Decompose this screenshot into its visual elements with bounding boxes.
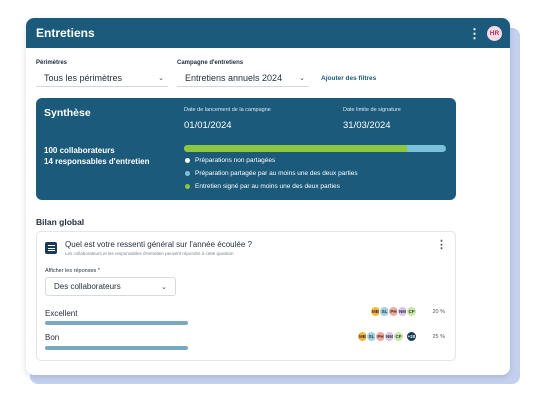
question-options-icon[interactable]: ⋮: [436, 238, 447, 251]
avatar: CF: [406, 306, 417, 317]
legend-label: Entretien signé par au moins une des deu…: [195, 183, 340, 190]
show-answers-label: Afficher les réponses *: [45, 268, 100, 274]
legend-dot-white: [185, 158, 190, 163]
perimetres-label: Périmètres: [36, 60, 68, 66]
launch-date-label: Date de lancement de la campagne: [184, 107, 271, 113]
legend-dot-blue: [185, 171, 190, 176]
campagne-label: Campagne d'entretiens: [177, 60, 244, 66]
avatar: CF: [393, 331, 404, 342]
collaborateurs-count: 100 collaborateurs: [44, 146, 115, 155]
perimetres-select[interactable]: Tous les périmètres ⌄: [36, 69, 168, 87]
synthese-card: Synthèse Date de lancement de la campagn…: [36, 98, 456, 200]
legend-dot-green: [185, 184, 190, 189]
list-icon: [45, 242, 57, 254]
chevron-down-icon: ⌄: [158, 74, 164, 82]
bilan-title: Bilan global: [36, 217, 85, 227]
answer-label-bon: Bon: [45, 333, 60, 342]
app-header: Entretiens ⋮ HR: [26, 18, 510, 48]
answer-percent-excellent: 20 %: [432, 309, 445, 315]
responsables-count: 14 responsables d'entretien: [44, 157, 150, 166]
campagne-value: Entretiens annuels 2024: [185, 72, 283, 83]
add-filters-link[interactable]: Ajouter des filtres: [321, 75, 376, 82]
legend-item-non-shared: Préparations non partagées: [185, 157, 275, 164]
answer-avatars-excellent: MB SL PH NM CF: [370, 306, 417, 317]
chevron-down-icon: ⌄: [161, 283, 167, 291]
more-options-icon[interactable]: ⋮: [468, 27, 481, 40]
answer-avatars-bon: MB SL PH NM CF +20: [357, 331, 417, 342]
synthese-title: Synthèse: [44, 107, 91, 119]
deadline-date: 31/03/2024: [343, 120, 391, 131]
answer-bar-bon: [45, 346, 188, 350]
chevron-down-icon: ⌄: [299, 74, 305, 82]
progress-fill-signed: [184, 145, 407, 152]
answer-percent-bon: 25 %: [432, 334, 445, 340]
question-card: Quel est votre ressenti général sur l'an…: [36, 231, 456, 361]
question-subtitle: Les collaborateurs et les responsables d…: [65, 251, 234, 256]
legend-label: Préparation partagée par au moins une de…: [195, 170, 358, 177]
user-avatar[interactable]: HR: [487, 25, 502, 41]
answer-bar-excellent: [45, 321, 188, 325]
filters-bar: Périmètres Tous les périmètres ⌄ Campagn…: [36, 60, 500, 90]
header-actions: ⋮ HR: [468, 25, 502, 41]
launch-date: 01/01/2024: [184, 120, 232, 131]
show-answers-select[interactable]: Des collaborateurs ⌄: [45, 277, 176, 296]
question-title: Quel est votre ressenti général sur l'an…: [65, 240, 252, 249]
campagne-select[interactable]: Entretiens annuels 2024 ⌄: [177, 69, 309, 87]
campaign-progress-bar: [184, 145, 446, 152]
interviews-panel: Entretiens ⋮ HR Périmètres Tous les péri…: [26, 18, 510, 375]
legend-item-signed: Entretien signé par au moins une des deu…: [185, 183, 340, 190]
show-answers-value: Des collaborateurs: [54, 282, 121, 291]
answer-label-excellent: Excellent: [45, 309, 78, 318]
perimetres-value: Tous les périmètres: [44, 72, 123, 83]
page-title: Entretiens: [36, 26, 95, 40]
legend-item-shared: Préparation partagée par au moins une de…: [185, 170, 358, 177]
legend-label: Préparations non partagées: [195, 157, 276, 164]
deadline-label: Date limite de signature: [343, 107, 401, 113]
avatar: +20: [406, 331, 417, 342]
